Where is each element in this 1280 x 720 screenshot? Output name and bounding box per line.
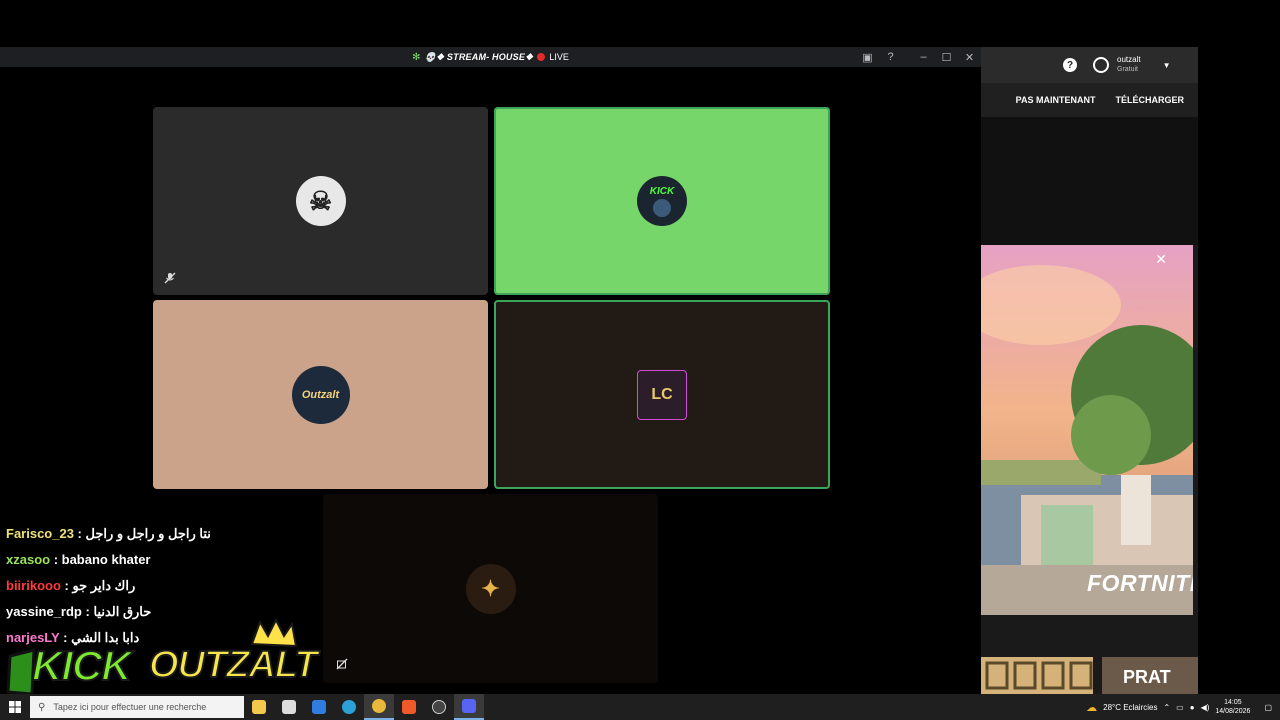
participant-avatar: LC — [637, 369, 687, 420]
chat-message: نتا راجل و راجل و راجل — [85, 526, 211, 541]
download-button[interactable]: TÉLÉCHARGER — [1115, 95, 1184, 105]
close-button[interactable]: ✕ — [958, 47, 981, 67]
side-panel: ? outzalt Gratuit ▼ PAS MAINTENANT TÉLÉC… — [981, 47, 1198, 694]
ad-banner[interactable]: ✕ FORTNITE — [981, 245, 1193, 615]
search-icon: ⚲ — [38, 701, 46, 713]
clock-time: 14:05 — [1224, 699, 1242, 706]
help-icon[interactable]: ? — [1063, 58, 1077, 72]
close-icon[interactable]: ✕ — [1155, 251, 1167, 268]
outzalt-logo-text: OUTZALT — [148, 643, 318, 687]
search-placeholder: Tapez ici pour effectuer une recherche — [53, 702, 207, 712]
microphone-icon[interactable]: ● — [1190, 703, 1195, 712]
help-icon[interactable]: ? — [879, 47, 902, 67]
thumbnail-2[interactable]: PRAT — [1102, 657, 1198, 694]
participant-avatar: ✦ — [465, 563, 516, 614]
user-avatar-icon[interactable] — [1093, 57, 1109, 73]
store-icon[interactable] — [274, 694, 304, 720]
thumbnail-text: PRAT — [1123, 667, 1171, 687]
edge-icon[interactable] — [334, 694, 364, 720]
chevron-down-icon[interactable]: ▼ — [1163, 61, 1171, 70]
windows-icon — [9, 701, 21, 713]
windows-taskbar: ⚲ Tapez ici pour effectuer une recherche… — [0, 694, 1280, 720]
notifications-icon[interactable]: ▢ — [1264, 703, 1272, 712]
weather-text[interactable]: 28°C Eclaircies — [1103, 703, 1157, 712]
account-plan: Gratuit — [1117, 66, 1139, 73]
task-view-icon[interactable] — [244, 694, 274, 720]
chrome-icon[interactable] — [364, 694, 394, 720]
participant-tile[interactable]: LC — [494, 300, 830, 489]
obs-icon[interactable] — [424, 694, 454, 720]
chat-line: biirikooo : راك داير جو — [6, 576, 326, 602]
chat-separator: : — [50, 552, 62, 567]
chat-line: xzasoo : babano khater — [6, 550, 326, 576]
account-bar: ? outzalt Gratuit ▼ — [981, 47, 1198, 83]
not-now-button[interactable]: PAS MAINTENANT — [1016, 95, 1096, 105]
server-icon: ✻ — [412, 51, 421, 63]
live-label: LIVE — [549, 52, 569, 62]
participant-tile[interactable]: Outzalt — [153, 300, 488, 489]
promo-actions: PAS MAINTENANT TÉLÉCHARGER — [981, 83, 1198, 117]
ad-image — [981, 245, 1193, 615]
blank-area — [981, 117, 1198, 245]
kick-outzalt-logo: KICK OUTZALT — [4, 616, 318, 696]
participant-tile[interactable]: ✦ — [323, 494, 658, 683]
discord-icon[interactable] — [454, 694, 484, 720]
chat-message: راك داير جو — [72, 578, 136, 593]
participant-tile[interactable]: ☠ — [153, 107, 488, 295]
clock[interactable]: 14:05 14/08/2026 — [1215, 698, 1250, 716]
chat-username: Farisco_23 — [6, 526, 74, 541]
kick-logo-text: KICK — [31, 641, 133, 690]
network-icon[interactable]: ▭ — [1176, 703, 1184, 712]
chat-separator: : — [73, 526, 86, 541]
mail-icon[interactable] — [304, 694, 334, 720]
participant-avatar: ☠ — [295, 176, 346, 226]
weather-icon[interactable]: ☁ — [1086, 701, 1097, 714]
thumbnail-strip: PRAT — [981, 657, 1198, 694]
chat-message: babano khater — [61, 552, 151, 567]
start-button[interactable] — [0, 694, 30, 720]
inbox-icon[interactable]: ▣ — [856, 47, 879, 67]
chat-username: xzasoo — [6, 552, 51, 567]
participant-avatar: Outzalt — [291, 365, 350, 424]
participant-tile[interactable]: KICK — [494, 107, 830, 295]
account-username[interactable]: outzalt — [1117, 55, 1141, 65]
clock-date: 14/08/2026 — [1215, 708, 1251, 715]
chat-line: Farisco_23 : نتا راجل و راجل و راجل — [6, 524, 326, 550]
muted-microphone-icon — [163, 271, 177, 285]
window-titlebar: ✻ 💀❖ STREAM- HOUSE❖ LIVE ▣ ? – ☐ ✕ — [0, 47, 981, 67]
chat-username: biirikooo — [6, 578, 61, 593]
taskbar-search-input[interactable]: ⚲ Tapez ici pour effectuer une recherche — [30, 696, 244, 718]
minimize-button[interactable]: – — [912, 47, 935, 67]
maximize-button[interactable]: ☐ — [935, 47, 958, 67]
window-title: 💀❖ STREAM- HOUSE❖ — [424, 51, 534, 62]
live-indicator-icon — [537, 53, 546, 61]
chat-separator: : — [60, 578, 73, 593]
volume-icon[interactable]: ◀) — [1201, 703, 1210, 712]
system-tray: ☁ 28°C Eclaircies ⌃ ▭ ● ◀) 14:05 14/08/2… — [1086, 694, 1280, 720]
participant-avatar: KICK — [637, 176, 687, 226]
screen: ✻ 💀❖ STREAM- HOUSE❖ LIVE ▣ ? – ☐ ✕ ☠ KIC… — [0, 0, 1280, 720]
deafened-icon — [335, 657, 349, 671]
brave-icon[interactable] — [394, 694, 424, 720]
thumbnail-1[interactable] — [981, 657, 1093, 694]
chevron-up-icon[interactable]: ⌃ — [1163, 703, 1170, 712]
ad-brand-logo: FORTNITE — [1087, 570, 1193, 596]
